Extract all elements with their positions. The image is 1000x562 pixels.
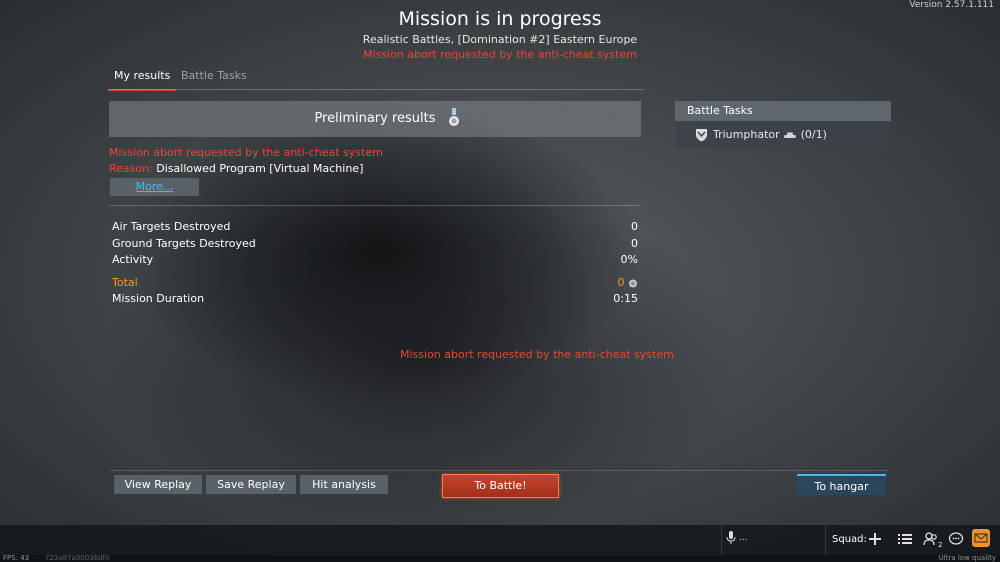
mail-button[interactable] <box>972 529 990 547</box>
task-progress: (0/1) <box>800 128 827 141</box>
battle-tasks-panel: Battle Tasks Triumphator (0/1) <box>675 101 891 149</box>
preliminary-results-bar: Preliminary results <box>109 101 641 137</box>
reason-value: Disallowed Program [Virtual Machine] <box>156 162 364 175</box>
battle-tasks-title: Battle Tasks <box>687 104 753 117</box>
view-replay-button[interactable]: View Replay <box>114 475 202 494</box>
total-label: Total <box>112 276 138 289</box>
session-id: 723a87a00036df0 <box>45 554 110 562</box>
microphone-icon[interactable] <box>726 531 736 545</box>
tab-battle-tasks[interactable]: Battle Tasks <box>175 69 253 89</box>
list-icon[interactable] <box>897 531 913 547</box>
save-replay-button[interactable]: Save Replay <box>206 475 296 494</box>
silver-lions-icon <box>629 279 637 287</box>
voice-chat-status: ... <box>739 533 748 543</box>
total-value: 0 <box>617 276 625 289</box>
stat-label-ground: Ground Targets Destroyed <box>112 237 256 250</box>
tab-my-results[interactable]: My results <box>108 69 177 91</box>
medal-icon <box>449 108 459 126</box>
task-name: Triumphator <box>713 128 780 141</box>
page-title: Mission is in progress <box>398 8 602 30</box>
mission-subtitle: Realistic Battles, [Domination #2] Easte… <box>362 33 638 46</box>
task-item-triumphator[interactable]: Triumphator (0/1) <box>713 128 827 141</box>
preliminary-results-label: Preliminary results <box>314 111 436 126</box>
shield-icon <box>696 129 707 142</box>
footer-divider <box>110 470 888 471</box>
stat-value-activity: 0% <box>620 253 638 266</box>
footer-separator <box>721 525 722 555</box>
squad-label: Squad: <box>832 534 867 545</box>
stat-value-air: 0 <box>631 220 638 233</box>
friends-icon[interactable] <box>923 531 939 547</box>
reason-label: Reason: <box>109 162 153 175</box>
tank-icon <box>784 132 797 138</box>
duration-value: 0:15 <box>613 292 638 305</box>
more-button[interactable]: More... <box>110 178 199 196</box>
status-strip <box>0 555 1000 562</box>
fps-counter: FPS: 43 <box>3 554 30 562</box>
abort-message: Mission abort requested by the anti-chea… <box>109 146 383 159</box>
chat-icon[interactable] <box>948 531 964 547</box>
duration-label: Mission Duration <box>112 292 205 305</box>
mail-icon <box>974 533 988 543</box>
abort-message-header: Mission abort requested by the anti-chea… <box>363 48 637 61</box>
footer-separator <box>825 525 826 555</box>
add-squad-icon[interactable] <box>867 531 883 547</box>
abort-message-bottom: Mission abort requested by the anti-chea… <box>400 348 674 361</box>
stat-label-air: Air Targets Destroyed <box>112 220 231 233</box>
abort-reason: Reason: Disallowed Program [Virtual Mach… <box>109 162 363 175</box>
stats-divider <box>109 205 641 206</box>
hit-analysis-button[interactable]: Hit analysis <box>300 475 388 494</box>
tab-divider <box>108 89 643 90</box>
graphics-quality-label: Ultra low quality <box>938 554 996 562</box>
total-value-row: 0 <box>618 276 639 289</box>
to-hangar-button[interactable]: To hangar <box>797 474 886 495</box>
stat-value-ground: 0 <box>631 237 638 250</box>
to-battle-button[interactable]: To Battle! <box>442 474 559 498</box>
friends-count: 2 <box>938 541 943 549</box>
stat-label-activity: Activity <box>112 253 154 266</box>
battle-tasks-header: Battle Tasks <box>675 101 891 121</box>
